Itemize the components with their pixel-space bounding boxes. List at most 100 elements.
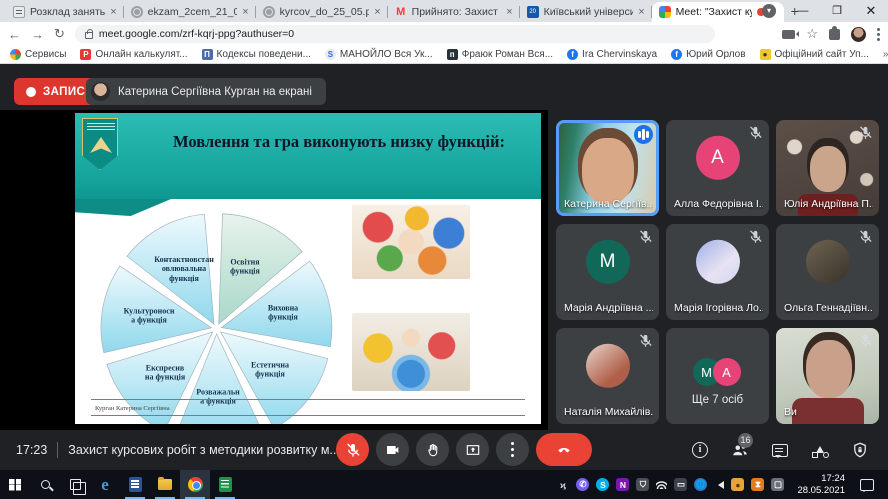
end-call-button[interactable] bbox=[536, 433, 592, 466]
chat-button[interactable] bbox=[770, 440, 790, 460]
tab-close-icon[interactable]: × bbox=[374, 6, 380, 18]
bookmark-manoilo[interactable]: SМАНОЙЛО Вся Ук... bbox=[325, 49, 433, 60]
tab-label: Київський університе bbox=[544, 6, 634, 18]
search-icon bbox=[41, 480, 50, 489]
more-options-button[interactable] bbox=[496, 433, 529, 466]
display-tray-icon[interactable]: ▢ bbox=[771, 478, 784, 491]
tab-close-icon[interactable]: × bbox=[110, 6, 116, 18]
participant-name: Юлія Андріївна П... bbox=[784, 198, 873, 210]
present-screen-button[interactable] bbox=[456, 433, 489, 466]
document-app-icon bbox=[129, 477, 142, 492]
profile-avatar[interactable] bbox=[851, 27, 866, 42]
onenote-icon[interactable]: N bbox=[616, 478, 629, 491]
self-tile[interactable]: Ви bbox=[776, 328, 879, 424]
meeting-info: 17:23 Захист курсових робіт з методики р… bbox=[16, 430, 340, 470]
file-explorer-button[interactable] bbox=[150, 470, 180, 499]
mic-off-icon bbox=[638, 333, 653, 348]
bookmark-facebook-2[interactable]: fЮрий Орлов bbox=[671, 49, 745, 60]
task-view-button[interactable] bbox=[60, 470, 90, 499]
gov-site-icon: ● bbox=[760, 49, 771, 60]
bookmark-frayuk[interactable]: пФраюк Роман Вся... bbox=[447, 49, 553, 60]
bookmark-official-site[interactable]: ●Офіційний сайт Уп... bbox=[760, 49, 869, 60]
edge-icon: e bbox=[101, 475, 109, 495]
chrome-button[interactable] bbox=[180, 470, 210, 499]
viber-icon[interactable]: ✆ bbox=[576, 478, 589, 491]
participant-name: Алла Федорівна І... bbox=[674, 198, 763, 210]
battery-icon[interactable]: ▭ bbox=[674, 478, 687, 491]
presenter-avatar bbox=[91, 82, 110, 101]
activities-button[interactable] bbox=[810, 440, 830, 460]
participant-video bbox=[810, 146, 846, 192]
tab-university[interactable]: 20 Київський університе × bbox=[520, 2, 652, 22]
camera-in-use-icon[interactable] bbox=[782, 30, 795, 39]
mic-off-icon bbox=[748, 229, 763, 244]
participants-count-badge: 16 bbox=[738, 433, 753, 448]
host-controls-button[interactable] bbox=[850, 440, 870, 460]
forward-icon[interactable]: → bbox=[31, 27, 44, 42]
tab-close-icon[interactable]: × bbox=[242, 6, 248, 18]
mic-off-icon bbox=[345, 442, 361, 458]
function-label: Експресив на функція bbox=[119, 364, 211, 383]
address-bar[interactable]: meet.google.com/zrf-kqrj-ppg?authuser=0 bbox=[75, 25, 715, 43]
children-globe-photo bbox=[352, 313, 470, 391]
writer-button[interactable] bbox=[120, 470, 150, 499]
tab-ekzam[interactable]: ekzam_2cem_21_05_1... × bbox=[124, 2, 256, 22]
clock-date: 28.05.2021 bbox=[797, 485, 845, 497]
participants-button[interactable]: 16 bbox=[730, 440, 750, 460]
tab-label: Розклад занять bbox=[30, 6, 105, 18]
tab-rozklad[interactable]: Розклад занять × bbox=[6, 2, 124, 22]
participant-tile[interactable]: Юлія Андріївна П... bbox=[776, 120, 879, 216]
taskbar-clock[interactable]: 17:24 28.05.2021 bbox=[791, 473, 851, 497]
maximize-button[interactable]: ❐ bbox=[820, 0, 854, 22]
n-site-icon: п bbox=[447, 49, 458, 60]
close-button[interactable]: ✕ bbox=[854, 0, 888, 22]
bookmark-star-icon[interactable]: ☆ bbox=[806, 26, 818, 42]
defender-icon[interactable]: ⛉ bbox=[636, 478, 649, 491]
meeting-details-button[interactable]: i bbox=[690, 440, 710, 460]
participant-name: Марія Ігорівна Ло... bbox=[674, 302, 763, 314]
minimize-button[interactable]: — bbox=[786, 0, 820, 22]
people-tray-icon[interactable]: ϗ bbox=[556, 478, 569, 491]
overflow-tile[interactable]: М А Ще 7 осіб bbox=[666, 328, 769, 424]
hourglass-tray-icon[interactable]: ⧗ bbox=[751, 478, 764, 491]
bookmark-facebook-1[interactable]: fIra Chervinskaya bbox=[567, 49, 657, 60]
action-center-icon[interactable] bbox=[860, 479, 874, 491]
raise-hand-button[interactable] bbox=[416, 433, 449, 466]
tab-search-icon[interactable]: ▾ bbox=[762, 4, 776, 18]
tab-close-icon[interactable]: × bbox=[638, 6, 644, 18]
participant-tile[interactable]: Наталія Михайлів... bbox=[556, 328, 659, 424]
edge-button[interactable]: e bbox=[90, 470, 120, 499]
wifi-icon[interactable] bbox=[656, 481, 667, 489]
apps-grid-icon bbox=[10, 49, 21, 60]
skype-icon[interactable]: S bbox=[596, 478, 609, 491]
participant-tile[interactable]: А Алла Федорівна І... bbox=[666, 120, 769, 216]
tab-kyrcov-pdf[interactable]: kyrcov_do_25_05.pdf × bbox=[256, 2, 388, 22]
participant-tile[interactable]: М Марія Андріївна ... bbox=[556, 224, 659, 320]
start-button[interactable] bbox=[0, 470, 30, 499]
reload-icon[interactable]: ↻ bbox=[54, 26, 65, 42]
back-icon[interactable]: ← bbox=[8, 27, 21, 42]
tab-close-icon[interactable]: × bbox=[506, 6, 512, 18]
participant-tile[interactable]: Марія Ігорівна Ло... bbox=[666, 224, 769, 320]
participant-tile[interactable]: Ольга Геннадіївн... bbox=[776, 224, 879, 320]
coin-tray-icon[interactable]: ● bbox=[731, 478, 744, 491]
camera-button[interactable] bbox=[376, 433, 409, 466]
gmail-favicon: M bbox=[395, 6, 407, 18]
s-site-icon: S bbox=[325, 49, 336, 60]
bookmarks-overflow-icon[interactable]: » bbox=[883, 49, 888, 60]
network-icon[interactable]: 🌐 bbox=[694, 478, 707, 491]
videocam-icon bbox=[385, 442, 401, 458]
function-label: Розважальн а функція bbox=[172, 388, 264, 407]
volume-icon[interactable] bbox=[714, 481, 724, 489]
building-icon: Π bbox=[202, 49, 213, 60]
extensions-icon[interactable] bbox=[829, 29, 840, 40]
bookmark-codexes[interactable]: ΠКодексы поведени... bbox=[202, 49, 311, 60]
bookmark-calculator[interactable]: РОнлайн калькулят... bbox=[80, 49, 187, 60]
tab-gmail[interactable]: M Прийнято: Захист кур × bbox=[388, 2, 520, 22]
bookmark-services[interactable]: Сервисы bbox=[10, 49, 66, 60]
participant-tile[interactable]: Катерина Сергіїв... bbox=[556, 120, 659, 216]
calc-button[interactable] bbox=[210, 470, 240, 499]
browser-menu-icon[interactable] bbox=[877, 33, 880, 36]
taskbar-search-button[interactable] bbox=[30, 470, 60, 499]
mic-mute-button[interactable] bbox=[336, 433, 369, 466]
